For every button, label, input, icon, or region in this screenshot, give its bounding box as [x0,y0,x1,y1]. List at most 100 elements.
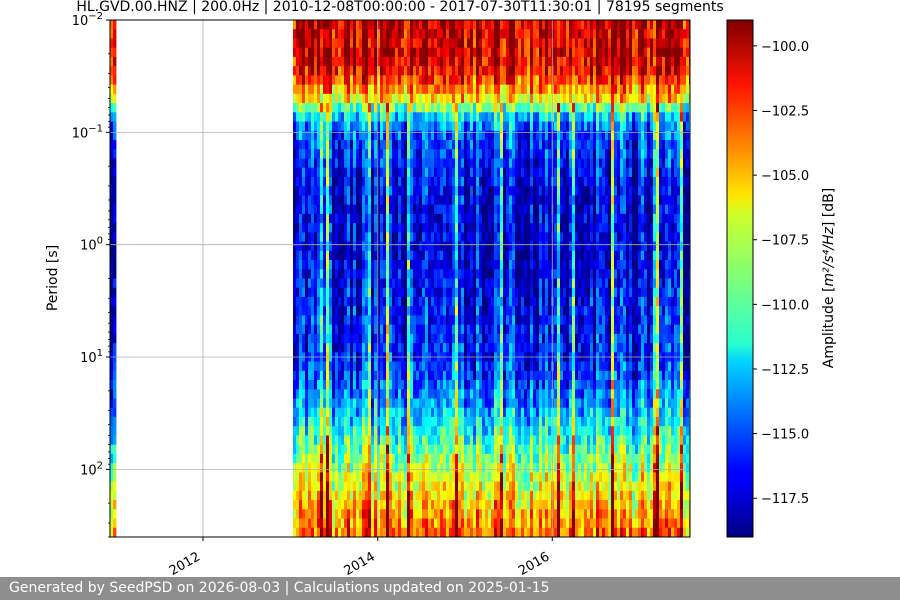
heatmap-cell [302,149,306,159]
heatmap-cell [113,343,117,353]
heatmap-cell [359,361,363,372]
heatmap-cell [398,213,402,224]
heatmap-cell [341,103,345,113]
heatmap-cell [371,260,375,270]
heatmap-cell [398,241,402,252]
heatmap-cell [413,481,417,492]
heatmap-cell [356,38,360,49]
heatmap-cell [548,176,552,187]
heatmap-cell [422,241,426,252]
heatmap-cell [365,315,369,326]
heatmap-cell [530,29,534,39]
heatmap-cell [431,343,435,353]
heatmap-cell [371,232,375,242]
heatmap-cell [470,518,474,529]
heatmap-cell [542,287,546,298]
heatmap-cell [467,66,471,76]
heatmap-cell [521,29,525,39]
heatmap-cell [506,195,510,206]
heatmap-cell [296,93,300,104]
heatmap-cell [494,444,498,455]
heatmap-cell [320,250,324,261]
heatmap-cell [389,20,393,30]
heatmap-cell [536,361,540,372]
heatmap-cell [551,93,555,104]
heatmap-cell [362,453,366,464]
heatmap-cell [362,389,366,399]
heatmap-cell [533,269,537,279]
heatmap-cell [485,20,489,30]
heatmap-cell [512,167,516,178]
heatmap-cell [497,84,501,95]
heatmap-cell [371,29,375,39]
heatmap-cell [521,500,525,510]
heatmap-cell [473,444,477,455]
heatmap-cell [533,250,537,261]
heatmap-cell [455,315,459,326]
heatmap-cell [497,112,501,122]
heatmap-cell [479,472,483,483]
heatmap-cell [317,149,321,159]
heatmap-cell [527,20,531,30]
heatmap-cell [533,490,537,501]
heatmap-cell [395,444,399,455]
heatmap-cell [395,370,399,381]
heatmap-cell [110,56,114,67]
heatmap-cell [458,167,462,178]
heatmap-cell [365,84,369,95]
heatmap-cell [464,315,468,326]
heatmap-cell [416,527,420,538]
heatmap-cell [446,463,450,473]
heatmap-cell [512,407,516,418]
heatmap-cell [470,158,474,169]
heatmap-cell [524,232,528,242]
heatmap-cell [431,287,435,298]
heatmap-cell [476,398,480,409]
heatmap-cell [374,149,378,159]
heatmap-cell [503,167,507,178]
heatmap-cell [479,500,483,510]
heatmap-cell [443,481,447,492]
heatmap-cell [482,167,486,178]
heatmap-cell [374,306,378,316]
heatmap-cell [308,463,312,473]
heatmap-cell [323,527,327,538]
heatmap-cell [533,407,537,418]
heatmap-cell [485,186,489,196]
heatmap-cell [521,361,525,372]
heatmap-cell [293,84,297,95]
heatmap-cell [311,370,315,381]
heatmap-cell [398,84,402,95]
heatmap-cell [344,56,348,67]
heatmap-cell [323,20,327,30]
heatmap-cell [326,472,330,483]
heatmap-cell [518,223,522,233]
heatmap-cell [524,324,528,335]
heatmap-cell [464,518,468,529]
heatmap-cell [398,167,402,178]
heatmap-cell [449,140,453,150]
heatmap-cell [386,167,390,178]
heatmap-cell [404,500,408,510]
heatmap-cell [332,158,336,169]
heatmap-cell [356,380,360,390]
heatmap-cell [488,343,492,353]
heatmap-cell [530,527,534,538]
heatmap-cell [317,463,321,473]
heatmap-cell [482,306,486,316]
heatmap-cell [542,121,546,132]
heatmap-cell [467,176,471,187]
heatmap-cell [299,370,303,381]
heatmap-cell [374,38,378,49]
heatmap-cell [338,223,342,233]
heatmap-cell [395,361,399,372]
heatmap-cell [311,158,315,169]
heatmap-cell [386,426,390,436]
heatmap-cell [446,398,450,409]
heatmap-cell [401,121,405,132]
heatmap-cell [407,66,411,76]
heatmap-cell [356,500,360,510]
heatmap-cell [431,278,435,289]
heatmap-cell [455,195,459,206]
heatmap-cell [410,29,414,39]
